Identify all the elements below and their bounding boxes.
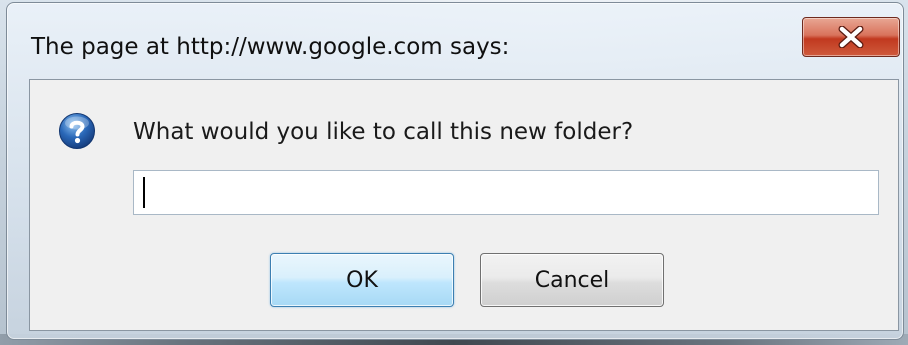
prompt-message: What would you like to call this new fol… [133,119,634,145]
prompt-dialog: The page at http://www.google.com says: … [6,2,904,340]
ok-button[interactable]: OK [270,253,454,307]
question-icon [59,113,95,149]
cancel-button[interactable]: Cancel [480,253,664,307]
text-caret [143,177,145,208]
close-button[interactable] [802,17,900,57]
close-x-icon [838,26,864,48]
dialog-title: The page at http://www.google.com says: [31,34,510,60]
folder-name-input[interactable] [133,170,879,215]
dialog-body: What would you like to call this new fol… [29,79,899,331]
